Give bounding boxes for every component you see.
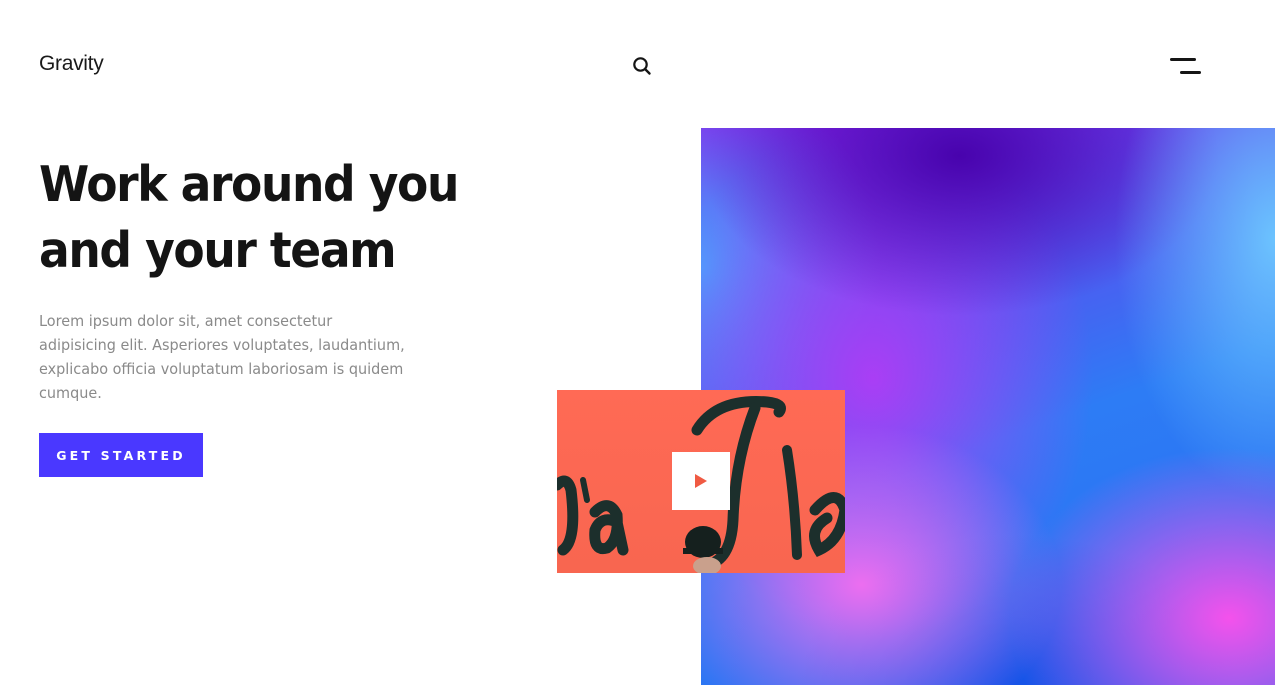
hero-title: Work around you and your team xyxy=(39,156,459,279)
logo[interactable]: Gravity xyxy=(39,52,104,76)
hero-description: Lorem ipsum dolor sit, amet consectetur … xyxy=(39,312,405,402)
play-icon xyxy=(695,474,707,488)
hamburger-menu-icon-bar xyxy=(1180,71,1201,74)
get-started-button[interactable]: GET STARTED xyxy=(39,433,203,477)
play-button[interactable] xyxy=(672,452,730,510)
video-thumbnail[interactable] xyxy=(557,390,845,573)
search-button[interactable] xyxy=(630,54,654,78)
menu-button[interactable] xyxy=(1166,54,1206,80)
search-icon xyxy=(633,57,651,75)
hamburger-menu-icon xyxy=(1170,58,1196,61)
